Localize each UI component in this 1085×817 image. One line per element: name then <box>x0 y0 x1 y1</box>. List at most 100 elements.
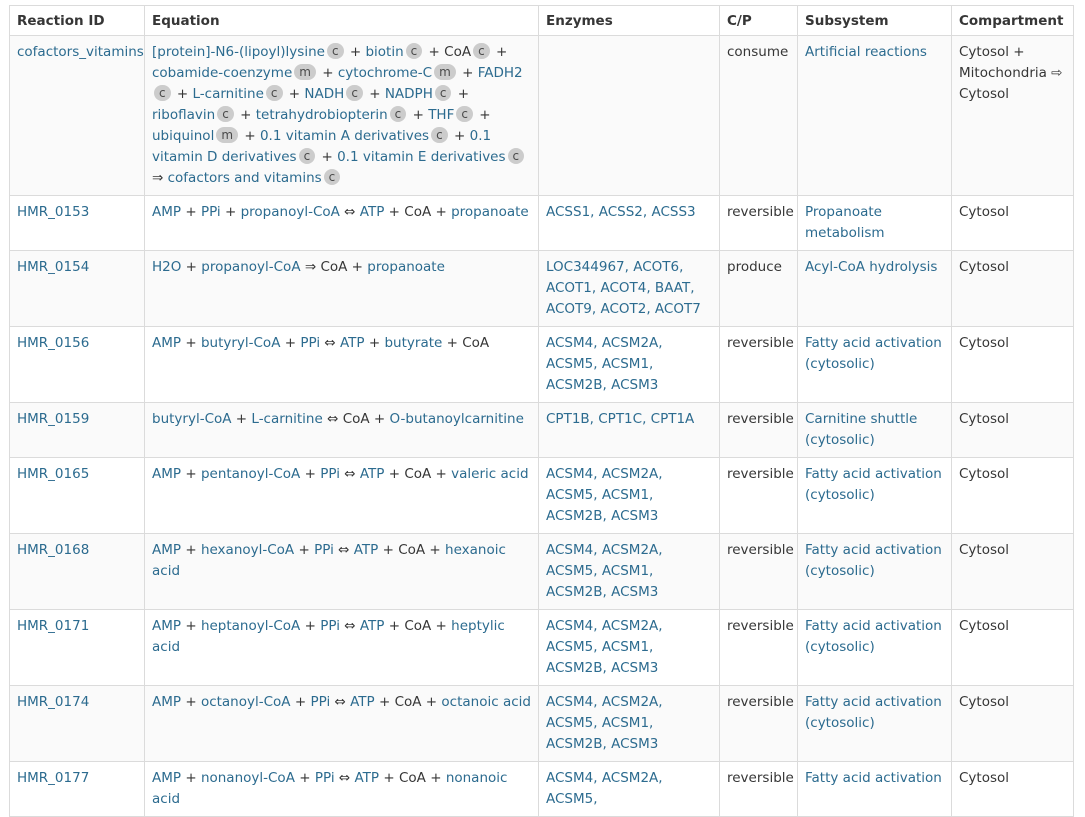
enzymes-links[interactable]: ACSM4, ACSM2A, ACSM5, <box>546 770 663 807</box>
metabolite-link[interactable]: [protein]-N6-(lipoyl)lysine <box>152 44 325 60</box>
subsystem-link[interactable]: Fatty acid activation (cytosolic) <box>805 542 942 579</box>
enzymes-links[interactable]: ACSS1, ACSS2, ACSS3 <box>546 204 696 220</box>
subsystem-link[interactable]: Fatty acid activation (cytosolic) <box>805 335 942 372</box>
equation-operator: + <box>424 44 445 60</box>
metabolite-link[interactable]: AMP <box>152 466 181 482</box>
subsystem-cell: Fatty acid activation (cytosolic) <box>797 457 952 534</box>
metabolite-link[interactable]: NADPH <box>385 86 433 102</box>
reaction-id-link[interactable]: HMR_0153 <box>17 204 89 220</box>
metabolite-link[interactable]: PPi <box>320 466 340 482</box>
metabolite-link[interactable]: O-butanoylcarnitine <box>390 411 524 427</box>
metabolite-link[interactable]: heptanoyl-CoA <box>201 618 300 634</box>
subsystem-link[interactable]: Fatty acid activation (cytosolic) <box>805 466 942 503</box>
metabolite-link[interactable]: propanoyl-CoA <box>241 204 340 220</box>
metabolite-link[interactable]: hexanoyl-CoA <box>201 542 294 558</box>
enzymes-links[interactable]: ACSM4, ACSM2A, ACSM5, ACSM1, ACSM2B, ACS… <box>546 542 663 600</box>
metabolite-link[interactable]: octanoic acid <box>441 694 531 710</box>
metabolite-link[interactable]: tetrahydrobiopterin <box>256 107 388 123</box>
reaction-id-link[interactable]: HMR_0154 <box>17 259 89 275</box>
header-enzymes[interactable]: Enzymes <box>538 5 720 36</box>
reaction-id-link[interactable]: HMR_0171 <box>17 618 89 634</box>
metabolite-link[interactable]: PPi <box>201 204 221 220</box>
metabolite-link[interactable]: butyryl-CoA <box>152 411 232 427</box>
equation-operator: + <box>474 107 491 123</box>
metabolite-link[interactable]: THF <box>428 107 454 123</box>
subsystem-link[interactable]: Fatty acid activation (cytosolic) <box>805 694 942 731</box>
metabolite-link[interactable]: propanoate <box>367 259 445 275</box>
equation-operator: ⇔ <box>320 335 340 351</box>
metabolite-link[interactable]: PPi <box>314 542 334 558</box>
enzymes-links[interactable]: CPT1B, CPT1C, CPT1A <box>546 411 694 427</box>
metabolite-link[interactable]: ATP <box>350 694 375 710</box>
reaction-id-link[interactable]: HMR_0159 <box>17 411 89 427</box>
metabolite-link[interactable]: ATP <box>360 204 385 220</box>
equation-operator: + <box>181 204 201 220</box>
reaction-id-link[interactable]: HMR_0174 <box>17 694 89 710</box>
metabolite-link[interactable]: cytochrome-C <box>338 65 432 81</box>
metabolite-link[interactable]: ubiquinol <box>152 128 214 144</box>
enzymes-links[interactable]: LOC344967, ACOT6, ACOT1, ACOT4, BAAT, AC… <box>546 259 701 317</box>
subsystem-link[interactable]: Artificial reactions <box>805 44 927 60</box>
compartment-cell: Cytosol <box>951 533 1074 610</box>
header-cp[interactable]: C/P <box>719 5 798 36</box>
metabolite-link[interactable]: AMP <box>152 618 181 634</box>
metabolite-link[interactable]: NADH <box>304 86 344 102</box>
header-compartment[interactable]: Compartment <box>951 5 1074 36</box>
cp-cell: consume <box>719 35 798 196</box>
enzymes-links[interactable]: ACSM4, ACSM2A, ACSM5, ACSM1, ACSM2B, ACS… <box>546 466 663 524</box>
metabolite-link[interactable]: FADH2 <box>478 65 523 81</box>
reaction-id-link[interactable]: cofactors_vitamins <box>17 44 144 60</box>
metabolite-link[interactable]: butyrate <box>384 335 442 351</box>
subsystem-link[interactable]: Fatty acid activation <box>805 770 942 786</box>
reaction-id-link[interactable]: HMR_0168 <box>17 542 89 558</box>
metabolite-link[interactable]: nonanoyl-CoA <box>201 770 295 786</box>
metabolite-link[interactable]: PPi <box>310 694 330 710</box>
metabolite-link[interactable]: ATP <box>355 770 380 786</box>
enzymes-links[interactable]: ACSM4, ACSM2A, ACSM5, ACSM1, ACSM2B, ACS… <box>546 335 663 393</box>
compartment-badge: c <box>434 85 452 101</box>
subsystem-link[interactable]: Propanoate metabolism <box>805 204 885 241</box>
metabolite-link[interactable]: AMP <box>152 694 181 710</box>
enzymes-cell: ACSM4, ACSM2A, ACSM5, <box>538 761 720 817</box>
metabolite-link[interactable]: AMP <box>152 542 181 558</box>
metabolite-link[interactable]: valeric acid <box>451 466 528 482</box>
subsystem-link[interactable]: Carnitine shuttle (cytosolic) <box>805 411 917 448</box>
header-subsystem[interactable]: Subsystem <box>797 5 952 36</box>
metabolite-link[interactable]: octanoyl-CoA <box>201 694 291 710</box>
metabolite-link[interactable]: 0.1 vitamin A derivatives <box>260 128 429 144</box>
metabolite-link[interactable]: ATP <box>360 466 385 482</box>
metabolite-link[interactable]: AMP <box>152 770 181 786</box>
reaction-id-link[interactable]: HMR_0165 <box>17 466 89 482</box>
metabolite-link[interactable]: ATP <box>360 618 385 634</box>
metabolite-link[interactable]: ATP <box>354 542 379 558</box>
reaction-id-link[interactable]: HMR_0177 <box>17 770 89 786</box>
metabolite-link[interactable]: PPi <box>300 335 320 351</box>
enzymes-links[interactable]: ACSM4, ACSM2A, ACSM5, ACSM1, ACSM2B, ACS… <box>546 694 663 752</box>
metabolite-link[interactable]: 0.1 vitamin E derivatives <box>337 149 505 165</box>
metabolite-link[interactable]: cofactors and vitamins <box>168 170 322 186</box>
metabolite-link[interactable]: pentanoyl-CoA <box>201 466 300 482</box>
metabolite-link[interactable]: ATP <box>340 335 365 351</box>
metabolite-link[interactable]: riboflavin <box>152 107 215 123</box>
metabolite-link[interactable]: PPi <box>315 770 335 786</box>
metabolite-link[interactable]: AMP <box>152 204 181 220</box>
metabolite-link[interactable]: L-carnitine <box>251 411 322 427</box>
metabolite-link[interactable]: AMP <box>152 335 181 351</box>
enzymes-cell <box>538 35 720 196</box>
metabolite-link[interactable]: biotin <box>365 44 403 60</box>
header-reaction-id[interactable]: Reaction ID <box>9 5 145 36</box>
table-row: HMR_0156 AMP + butyryl-CoA + PPi ⇔ ATP + … <box>9 326 1074 403</box>
header-equation[interactable]: Equation <box>144 5 539 36</box>
subsystem-link[interactable]: Acyl-CoA hydrolysis <box>805 259 937 275</box>
metabolite-link[interactable]: H2O <box>152 259 181 275</box>
metabolite-link[interactable]: cobamide-coenzyme <box>152 65 292 81</box>
metabolite-link[interactable]: butyryl-CoA <box>201 335 281 351</box>
subsystem-link[interactable]: Fatty acid activation (cytosolic) <box>805 618 942 655</box>
reaction-id-link[interactable]: HMR_0156 <box>17 335 89 351</box>
metabolite-link[interactable]: propanoate <box>451 204 529 220</box>
metabolite-link[interactable]: propanoyl-CoA <box>201 259 300 275</box>
metabolite-link[interactable]: L-carnitine <box>193 86 264 102</box>
metabolite-link[interactable]: PPi <box>320 618 340 634</box>
cp-cell: reversible <box>719 685 798 762</box>
enzymes-links[interactable]: ACSM4, ACSM2A, ACSM5, ACSM1, ACSM2B, ACS… <box>546 618 663 676</box>
